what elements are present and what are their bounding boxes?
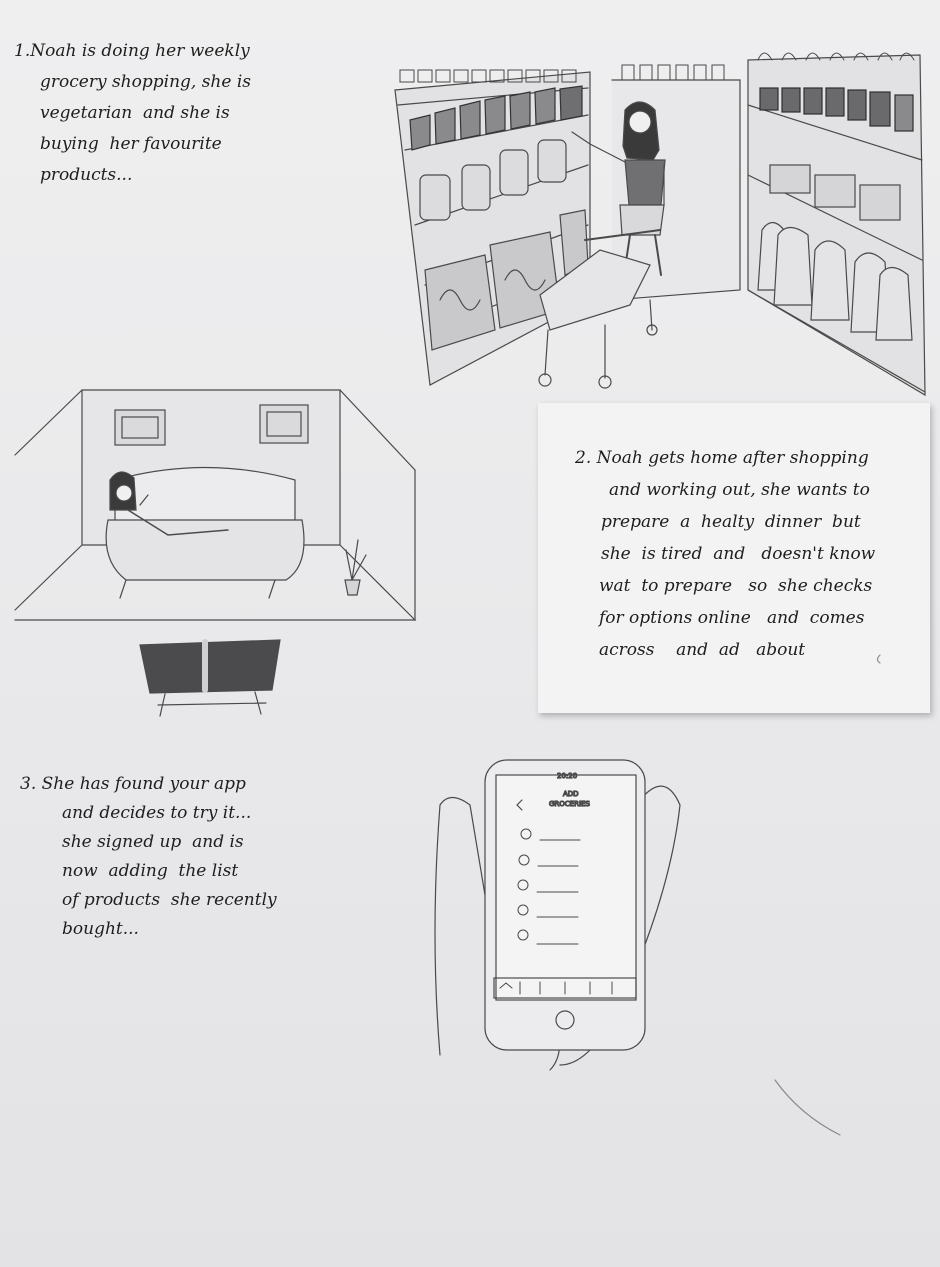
grocery-store-sketch xyxy=(394,52,926,397)
phone-time: 20:20 xyxy=(557,772,577,780)
phone-title-line1: ADD xyxy=(563,790,579,798)
living-room-sketch xyxy=(14,389,417,717)
phone-title-line2: GROCERIES xyxy=(549,800,590,808)
